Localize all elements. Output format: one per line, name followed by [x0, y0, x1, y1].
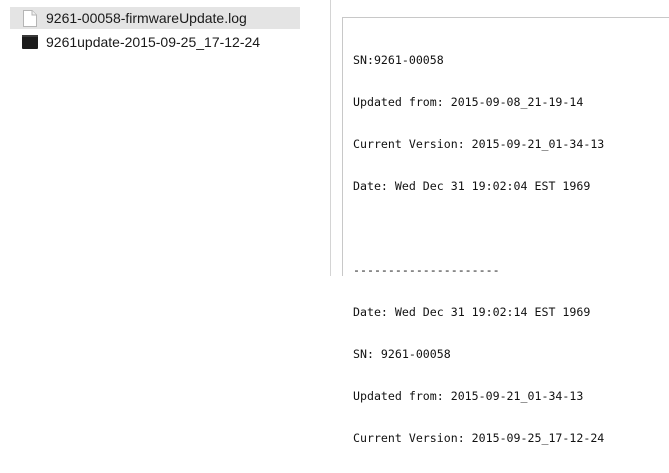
file-preview-pane: SN:9261-00058 Updated from: 2015-09-08_2…	[342, 17, 669, 445]
executable-icon	[22, 33, 38, 51]
file-row-update-executable[interactable]: 9261update-2015-09-25_17-12-24	[10, 31, 300, 53]
log-line: SN:9261-00058	[353, 53, 444, 67]
log-line: Updated from: 2015-09-21_01-34-13	[353, 389, 584, 403]
log-line: Updated from: 2015-09-08_21-19-14	[353, 95, 584, 109]
document-icon	[22, 9, 38, 27]
pane-divider[interactable]	[330, 0, 331, 276]
log-line: Current Version: 2015-09-25_17-12-24	[353, 431, 605, 445]
log-line: SN: 9261-00058	[353, 347, 451, 361]
file-name: 9261-00058-firmwareUpdate.log	[46, 10, 247, 26]
file-row-firmware-log[interactable]: 9261-00058-firmwareUpdate.log	[10, 7, 300, 29]
log-text: SN:9261-00058 Updated from: 2015-09-08_2…	[353, 25, 604, 473]
file-name: 9261update-2015-09-25_17-12-24	[46, 34, 261, 50]
log-line: Date: Wed Dec 31 19:02:04 EST 1969	[353, 179, 591, 193]
log-line: Current Version: 2015-09-21_01-34-13	[353, 137, 605, 151]
log-separator: ---------------------	[353, 263, 500, 277]
file-list: 9261-00058-firmwareUpdate.log 9261update…	[0, 0, 330, 276]
log-line: Date: Wed Dec 31 19:02:14 EST 1969	[353, 305, 591, 319]
